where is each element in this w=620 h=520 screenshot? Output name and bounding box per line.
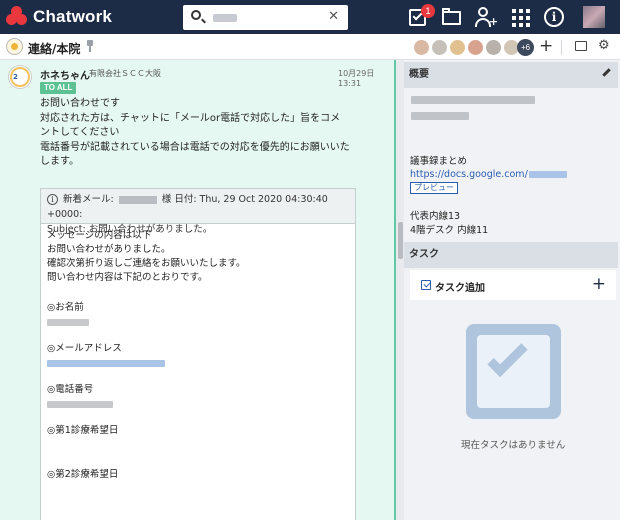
- file-icon[interactable]: [575, 41, 587, 51]
- minutes-link-row: https://docs.google.com/: [410, 168, 567, 181]
- member-avatar: [486, 40, 501, 55]
- top-bar: Chatwork ✕ 1 + i: [0, 0, 620, 34]
- redacted-link: [528, 171, 567, 178]
- member-avatar: [432, 40, 447, 55]
- folder-icon[interactable]: [441, 6, 463, 28]
- task-icon[interactable]: 1: [408, 4, 435, 28]
- app-name: Chatwork: [33, 7, 113, 26]
- info-icon[interactable]: i: [543, 6, 565, 28]
- member-avatar: [414, 40, 429, 55]
- mail-field: ◎電話番号: [47, 383, 355, 408]
- extension-line-2: 4階デスク 内線11: [410, 225, 489, 236]
- task-count-badge: 1: [421, 4, 435, 18]
- mail-field: ◎第2診療希望日: [47, 469, 119, 480]
- clear-search-icon[interactable]: ✕: [328, 9, 339, 24]
- gear-icon[interactable]: ⚙: [598, 39, 610, 53]
- redacted-text: [411, 96, 535, 104]
- message-body: お問い合わせです 対応された方は、チャットに「メールor電話で対応した」旨をコメ…: [40, 98, 350, 167]
- sender-name[interactable]: ホネちゃん: [40, 67, 90, 82]
- overview-header: 概要: [404, 62, 618, 88]
- member-avatar: [450, 40, 465, 55]
- user-avatar[interactable]: [583, 6, 605, 28]
- plus-icon: +: [591, 274, 606, 294]
- room-title: 連絡/本院: [28, 42, 81, 56]
- panel-resize-handle[interactable]: [398, 222, 403, 259]
- add-task-button[interactable]: タスク追加 +: [410, 270, 616, 300]
- extension-line-1: 代表内線13: [410, 211, 461, 222]
- search-box[interactable]: ✕: [183, 5, 348, 30]
- sender-avatar[interactable]: 2: [8, 65, 32, 89]
- search-input[interactable]: [209, 8, 319, 26]
- redacted-email-link[interactable]: [47, 360, 165, 367]
- mail-quote-box: i 新着メール: 様 日付: Thu, 29 Oct 2020 04:30:40…: [40, 188, 356, 520]
- minutes-label: 議事録まとめ: [410, 156, 468, 167]
- empty-task-icon: [466, 324, 561, 419]
- panel-divider-track: [396, 60, 404, 520]
- redacted-text: [411, 112, 469, 120]
- task-header: タスク: [404, 242, 618, 268]
- room-header: 連絡/本院 +6 + ⚙: [0, 34, 620, 60]
- sender-org: 有限会社ＳＣＣ大阪: [89, 69, 161, 78]
- info-icon: i: [47, 194, 58, 205]
- mail-header: i 新着メール: 様 日付: Thu, 29 Oct 2020 04:30:40…: [41, 189, 355, 235]
- search-icon: [191, 10, 201, 20]
- message-timeline[interactable]: 2 ホネちゃん 有限会社ＳＣＣ大阪 10月29日 13:31 TO ALL お問…: [0, 60, 396, 520]
- more-members-badge[interactable]: +6: [517, 39, 534, 56]
- redacted-sender: [118, 195, 157, 204]
- chatwork-logo[interactable]: Chatwork: [6, 6, 112, 28]
- no-tasks-message: 現在タスクはありません: [461, 440, 566, 451]
- minutes-link[interactable]: https://docs.google.com/: [410, 169, 528, 180]
- pin-icon[interactable]: [87, 40, 93, 52]
- mail-field: ◎メールアドレス: [47, 342, 355, 367]
- add-contact-icon[interactable]: +: [474, 6, 498, 28]
- redacted-value: [47, 401, 113, 408]
- chatwork-logo-icon: [6, 6, 28, 28]
- redacted-value: [47, 319, 89, 326]
- member-avatar: [468, 40, 483, 55]
- edit-pencil-icon[interactable]: [602, 68, 611, 77]
- mail-field: ◎第1診療希望日: [47, 425, 119, 436]
- to-all-tag: TO ALL: [40, 82, 77, 94]
- divider: [561, 40, 562, 55]
- message-timestamp: 10月29日 13:31: [338, 69, 375, 88]
- preview-button[interactable]: プレビュー: [410, 182, 458, 194]
- member-avatars[interactable]: [414, 40, 519, 55]
- add-member-button[interactable]: +: [539, 36, 553, 56]
- apps-grid-icon[interactable]: [510, 6, 532, 28]
- task-checkbox-icon: [421, 280, 431, 290]
- mail-field: ◎お名前: [47, 301, 355, 326]
- mail-body: メッセージの内容は以下 お問い合わせがありました。 確認次第折り返しご連絡をお願…: [41, 224, 355, 482]
- room-icon: [6, 38, 23, 55]
